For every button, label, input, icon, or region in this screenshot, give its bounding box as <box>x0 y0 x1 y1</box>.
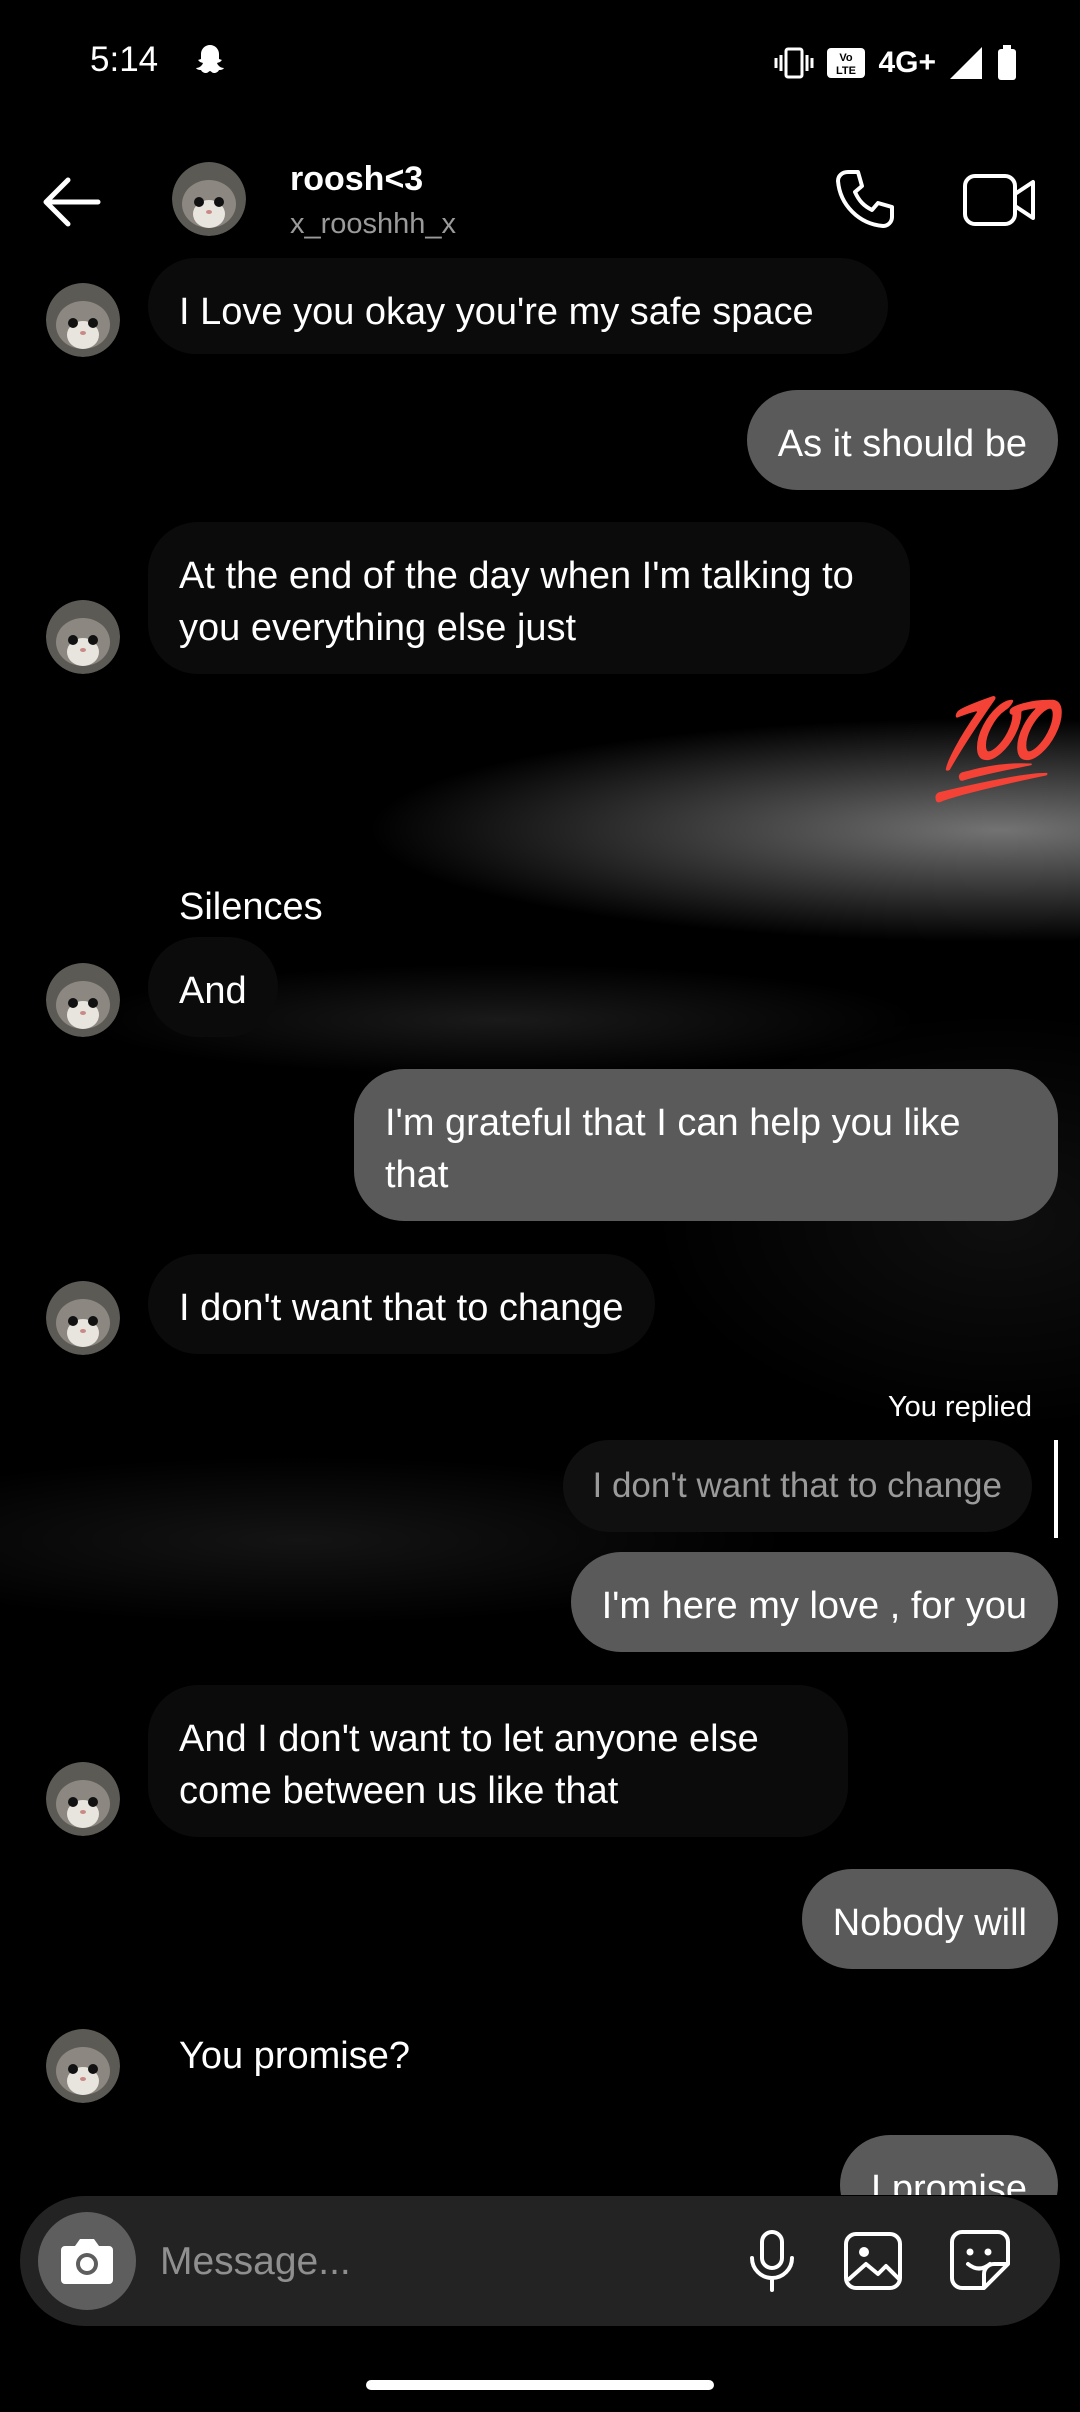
message-bubble-outgoing[interactable]: As it should be <box>746 390 1058 490</box>
message-bubble-outgoing[interactable]: Nobody will <box>801 1869 1058 1969</box>
sticker-icon[interactable] <box>948 2228 1012 2292</box>
avatar[interactable] <box>46 2029 120 2103</box>
avatar[interactable] <box>46 1281 120 1355</box>
message-bubble-outgoing[interactable]: I promise <box>839 2135 1058 2195</box>
message-bubble-incoming[interactable]: And <box>148 937 278 1037</box>
message-bubble-incoming[interactable]: At the end of the day when I'm talking t… <box>148 522 910 674</box>
message-input[interactable] <box>158 2226 742 2298</box>
home-indicator[interactable] <box>366 2380 714 2390</box>
message-list: I Love you okay you're my safe space As … <box>0 0 1080 2195</box>
message-bubble-incoming[interactable]: I don't want that to change <box>148 1254 655 1354</box>
avatar[interactable] <box>46 283 120 357</box>
avatar[interactable] <box>46 600 120 674</box>
message-bubble-outgoing[interactable]: I'm here my love , for you <box>570 1552 1058 1652</box>
message-bubble-incoming[interactable]: And I don't want to let anyone else come… <box>148 1685 848 1837</box>
message-composer <box>20 2196 1060 2326</box>
hundred-points-emoji[interactable]: 💯 <box>932 700 1052 800</box>
quoted-message[interactable]: I don't want that to change <box>562 1440 1032 1532</box>
avatar[interactable] <box>46 1762 120 1836</box>
avatar[interactable] <box>46 963 120 1037</box>
message-bubble-incoming[interactable]: You promise? <box>148 2002 441 2102</box>
camera-icon <box>61 2239 113 2284</box>
message-bubble-incoming[interactable]: I Love you okay you're my safe space <box>148 258 888 354</box>
camera-button[interactable] <box>38 2212 136 2310</box>
reply-label: You replied <box>887 1391 1032 1423</box>
gallery-icon[interactable] <box>842 2230 904 2292</box>
message-bubble-incoming[interactable]: Silences <box>148 853 354 953</box>
microphone-icon[interactable] <box>740 2228 804 2294</box>
message-bubble-outgoing[interactable]: I'm grateful that I can help you like th… <box>354 1069 1058 1221</box>
reply-indicator-bar <box>1054 1440 1058 1538</box>
